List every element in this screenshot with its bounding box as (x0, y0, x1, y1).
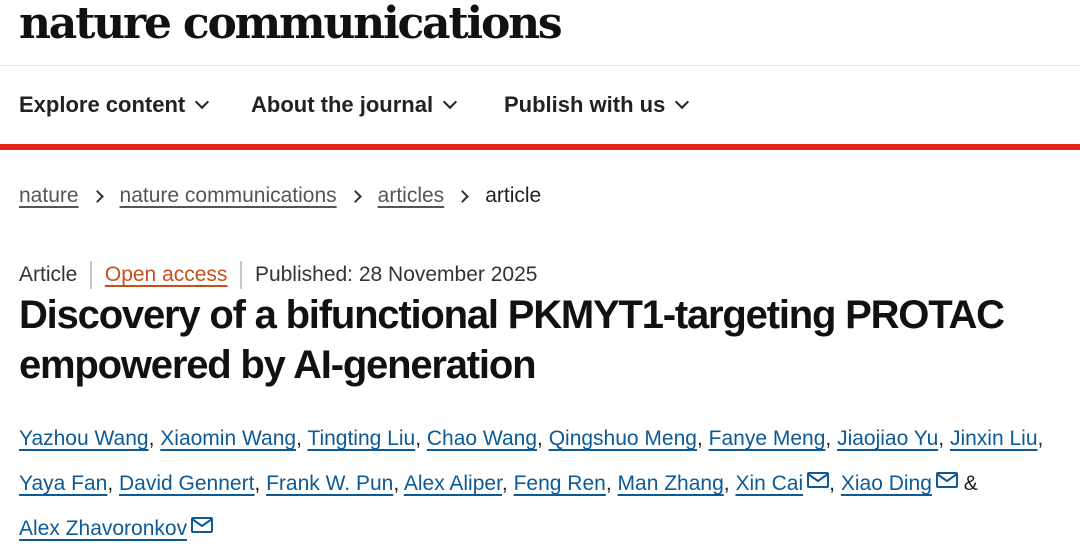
author-link[interactable]: Xin Cai (735, 472, 803, 495)
chevron-right-icon (456, 189, 470, 203)
mail-icon[interactable] (191, 517, 214, 533)
author-link[interactable]: Qingshuo Meng (549, 427, 697, 450)
author-separator: , (723, 472, 730, 495)
author-separator: , (148, 427, 155, 450)
mail-icon[interactable] (935, 472, 958, 488)
main-nav: Explore content About the journal Publis… (0, 66, 1080, 144)
article-title: Discovery of a bifunctional PKMYT1-targe… (19, 293, 1005, 387)
author-separator: , (825, 427, 832, 450)
author-link[interactable]: Xiao Ding (841, 472, 932, 495)
site-logo[interactable]: nature communications (19, 0, 563, 52)
nav-about-journal[interactable]: About the journal (251, 66, 458, 144)
chevron-down-icon (195, 94, 210, 110)
author-link[interactable]: David Gennert (119, 472, 254, 495)
article-type: Article (19, 263, 78, 286)
author-link[interactable]: Chao Wang (427, 427, 537, 450)
breadcrumb-nature-communications[interactable]: nature communications (120, 184, 337, 208)
author-separator: , (393, 472, 400, 495)
author-separator: , (107, 472, 114, 495)
author-link[interactable]: Yazhou Wang (19, 427, 149, 450)
nav-item-label: Explore content (19, 92, 186, 117)
author-list: Yazhou Wang, Xiaomin Wang, Tingting Liu,… (19, 416, 1071, 551)
author-separator: , (1037, 427, 1044, 450)
author-link[interactable]: Tingting Liu (307, 427, 415, 450)
author-link[interactable]: Man Zhang (618, 472, 724, 495)
nav-item-label: About the journal (251, 92, 434, 117)
author-separator: , (537, 427, 543, 450)
breadcrumb-articles[interactable]: articles (378, 184, 445, 208)
author-link[interactable]: Xiaomin Wang (160, 427, 296, 450)
author-link[interactable]: Jinxin Liu (950, 427, 1038, 450)
chevron-down-icon (675, 94, 690, 110)
chevron-right-icon (90, 189, 104, 203)
published-date: Published: 28 November 2025 (254, 263, 538, 286)
author-separator: , (501, 472, 508, 495)
author-link[interactable]: Alex Zhavoronkov (19, 517, 187, 540)
brand-header: nature communications (0, 0, 1080, 66)
author-separator: , (938, 427, 945, 450)
author-link[interactable]: Jiaojiao Yu (837, 427, 938, 450)
chevron-right-icon (348, 189, 362, 203)
chevron-down-icon (443, 94, 458, 110)
nav-publish-with-us[interactable]: Publish with us (504, 66, 690, 144)
breadcrumb: nature nature communications articles ar… (19, 180, 541, 212)
mail-icon[interactable] (807, 472, 830, 488)
author-separator: & (963, 472, 978, 495)
author-separator: , (829, 472, 835, 495)
accent-rule (0, 144, 1080, 150)
nav-item-label: Publish with us (504, 92, 666, 117)
author-link[interactable]: Feng Ren (514, 472, 606, 495)
author-link[interactable]: Yaya Fan (19, 472, 107, 495)
article-meta: Article Open access Published: 28 Novemb… (19, 259, 537, 291)
breadcrumb-nature[interactable]: nature (19, 184, 79, 208)
author-separator: , (696, 427, 703, 450)
author-separator: , (605, 472, 612, 495)
author-separator: , (415, 427, 422, 450)
author-link[interactable]: Frank W. Pun (266, 472, 393, 495)
author-separator: , (254, 472, 261, 495)
author-separator: , (296, 427, 302, 450)
meta-divider (90, 261, 92, 289)
nav-explore-content[interactable]: Explore content (19, 66, 210, 144)
author-link[interactable]: Alex Aliper (404, 472, 502, 495)
open-access-link[interactable]: Open access (105, 263, 228, 287)
meta-divider (240, 261, 242, 289)
author-link[interactable]: Fanye Meng (709, 427, 826, 450)
breadcrumb-current: article (485, 184, 542, 207)
